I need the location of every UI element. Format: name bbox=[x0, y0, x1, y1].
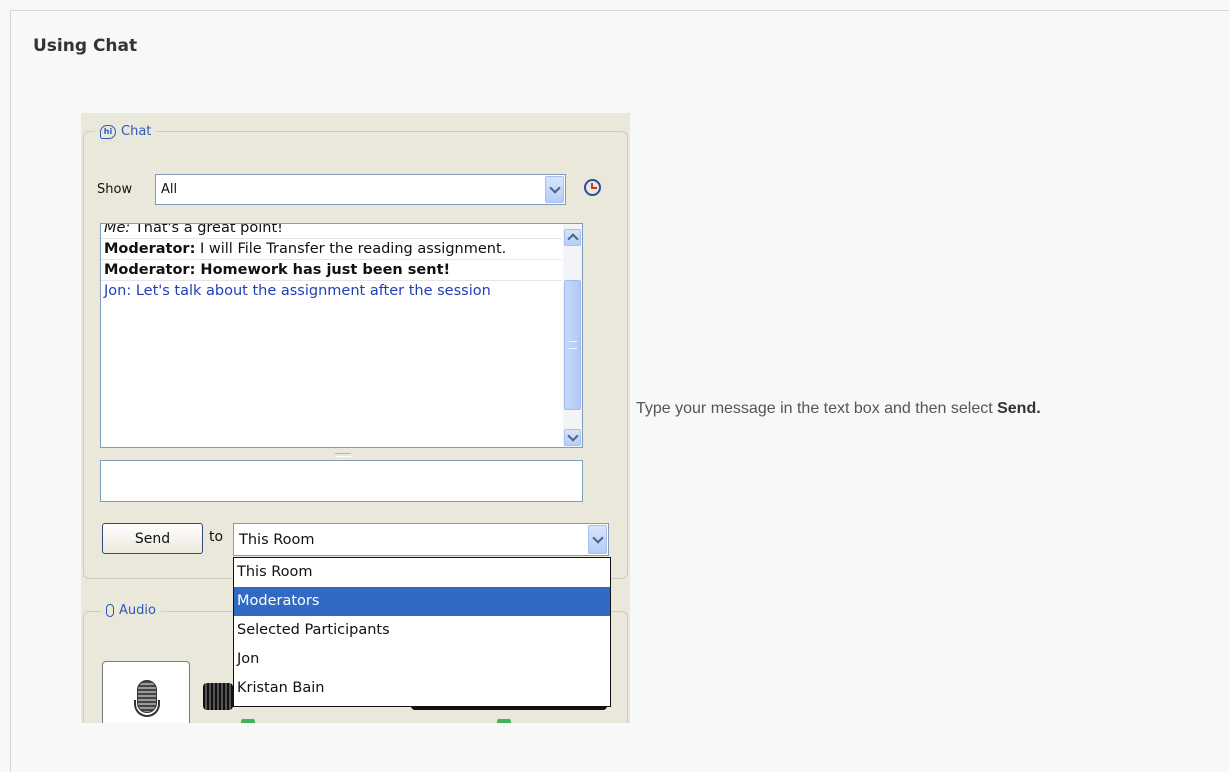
status-led bbox=[497, 719, 511, 723]
chat-message: Jon: Let's talk about the assignment aft… bbox=[104, 283, 491, 299]
clock-icon[interactable] bbox=[584, 179, 601, 196]
chat-bubble-icon: hi bbox=[100, 124, 116, 139]
microphone-icon bbox=[106, 604, 114, 617]
audio-panel-legend: Audio bbox=[101, 603, 161, 618]
to-label: to bbox=[209, 529, 224, 545]
chat-panel-legend: hi Chat bbox=[95, 124, 157, 139]
talk-button[interactable] bbox=[102, 661, 190, 723]
dropdown-option[interactable]: This Room bbox=[234, 558, 610, 587]
audio-panel-title: Audio bbox=[119, 603, 156, 618]
recipient-dropdown-list[interactable]: This Room Moderators Selected Participan… bbox=[233, 557, 611, 707]
message-list: Me: That's a great point! Moderator: I w… bbox=[101, 224, 562, 301]
instruction-body: Type your message in the text box and th… bbox=[636, 400, 998, 417]
recipient-value: This Room bbox=[239, 532, 315, 548]
message-input[interactable] bbox=[100, 460, 583, 502]
show-filter-value: All bbox=[161, 182, 178, 197]
chat-message: Moderator: Homework has just been sent! bbox=[101, 260, 562, 281]
audio-level-meter bbox=[203, 683, 233, 710]
show-filter-select[interactable]: All bbox=[155, 174, 566, 205]
dropdown-option[interactable]: Jon bbox=[234, 645, 610, 674]
chat-transcript[interactable]: Me: That's a great point! Moderator: I w… bbox=[100, 223, 583, 448]
show-filter-label: Show bbox=[97, 182, 133, 197]
chat-message: Me: That's a great point! bbox=[101, 224, 562, 239]
chevron-down-icon[interactable] bbox=[588, 525, 607, 554]
instruction-emphasis: Send. bbox=[997, 400, 1041, 417]
chat-tool-screenshot: hi Chat Show All Me: That's a great poin… bbox=[81, 113, 630, 723]
page-title: Using Chat bbox=[33, 36, 138, 56]
dropdown-option-highlighted[interactable]: Moderators bbox=[234, 587, 610, 616]
scroll-up-button[interactable] bbox=[564, 229, 581, 246]
chevron-down-icon[interactable] bbox=[545, 176, 564, 203]
scroll-thumb[interactable] bbox=[564, 280, 581, 410]
dropdown-option[interactable]: Kristan Bain bbox=[234, 674, 610, 703]
status-led bbox=[241, 719, 255, 723]
resize-splitter[interactable] bbox=[335, 453, 351, 457]
instruction-text: Type your message in the text box and th… bbox=[636, 398, 1156, 420]
chat-message: Moderator: I will File Transfer the read… bbox=[101, 239, 562, 260]
scroll-down-button[interactable] bbox=[564, 429, 581, 446]
send-button[interactable]: Send bbox=[102, 523, 203, 554]
dropdown-option[interactable]: Selected Participants bbox=[234, 616, 610, 645]
transcript-scrollbar[interactable] bbox=[563, 224, 582, 447]
chat-panel-title: Chat bbox=[121, 124, 152, 139]
recipient-select[interactable]: This Room bbox=[233, 523, 609, 556]
